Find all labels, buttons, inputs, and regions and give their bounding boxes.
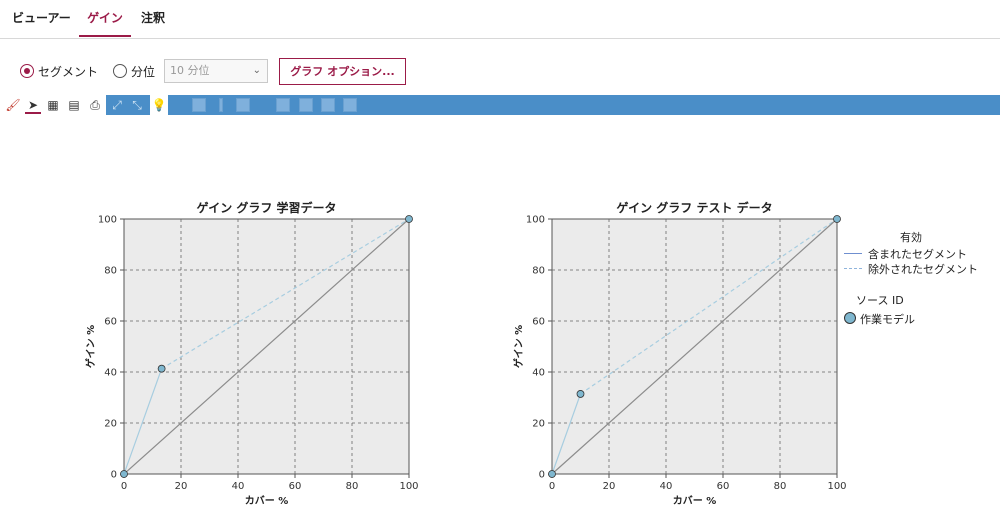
y-tick-label: 0 (539, 470, 545, 481)
x-tick-label: 100 (399, 481, 418, 492)
y-tick-label: 60 (104, 317, 117, 328)
toolbar-disabled-area (168, 95, 1000, 115)
zoom-icon[interactable]: ⤢ (109, 97, 125, 113)
y-tick-label: 80 (532, 266, 545, 277)
tab-annotation[interactable]: 注釈 (141, 0, 165, 36)
y-tick-label: 80 (104, 266, 117, 277)
wand-icon (236, 98, 250, 112)
x-tick-label: 100 (827, 481, 846, 492)
y-tick-label: 40 (532, 368, 545, 379)
data-point (576, 390, 585, 398)
y-tick-label: 40 (104, 368, 117, 379)
segment-radio-label: セグメント (38, 65, 99, 79)
chart-title: ゲイン グラフ テスト データ (616, 200, 772, 215)
x-axis-label: カバー % (673, 495, 717, 507)
y-tick-label: 20 (104, 419, 117, 430)
x-tick-label: 80 (774, 481, 787, 492)
x-tick-label: 20 (603, 481, 616, 492)
legend-excluded-line (844, 268, 862, 269)
x-tick-label: 60 (717, 481, 730, 492)
rotate-icon (343, 98, 357, 112)
data-point (833, 215, 841, 223)
gain-options-row: セグメント 分位 10 分位 ⌄ グラフ オプション... (0, 56, 1000, 88)
legend-source-marker (844, 312, 856, 324)
x-tick-label: 60 (289, 481, 302, 492)
copy-data-icon[interactable]: ▤ (66, 97, 82, 113)
paint-brush-icon[interactable]: 🖌 (5, 97, 21, 113)
gain-chart-test: ゲイン グラフ テスト データ 0 20 40 60 80 100 0 20 40 60 80 100 カ… (508, 195, 848, 507)
data-point (120, 470, 128, 478)
y-tick-label: 100 (526, 215, 545, 226)
tip-bulb-icon[interactable]: 💡 (151, 97, 167, 113)
x-tick-label: 0 (121, 481, 127, 492)
legend-source-label: 作業モデル (860, 313, 915, 326)
chevron-down-icon: ⌄ (252, 65, 261, 76)
chart-svg: ゲイン グラフ テスト データ 0 20 40 60 80 100 0 20 40 60 80 100 カ… (512, 200, 847, 507)
legend-excluded-label: 除外されたセグメント (868, 263, 978, 276)
segment-radio[interactable] (20, 64, 34, 78)
shape-icon (276, 98, 290, 112)
data-point (157, 364, 166, 373)
legend-included-label: 含まれたセグメント (868, 248, 967, 261)
x-tick-label: 20 (175, 481, 188, 492)
grid-icon (321, 98, 335, 112)
copy-chart-icon[interactable]: ▦ (45, 97, 61, 113)
chart-title: ゲイン グラフ 学習データ (196, 200, 336, 215)
data-point (548, 470, 556, 478)
quantile-radio[interactable] (113, 64, 127, 78)
graph-options-button[interactable]: グラフ オプション... (279, 58, 406, 85)
x-axis-label: カバー % (245, 495, 289, 507)
y-axis-label: ゲイン % (512, 325, 525, 368)
chart-svg: ゲイン グラフ 学習データ 0 20 40 60 80 100 0 20 40 60 80 100 カバー… (84, 200, 419, 507)
y-axis-label: ゲイン % (84, 325, 97, 368)
legend-title-source: ソース ID (856, 294, 904, 307)
gain-chart-training: ゲイン グラフ 学習データ 0 20 40 60 80 100 0 20 40 60 80 100 カバー… (80, 195, 420, 507)
quantile-select-value: 10 分位 (170, 64, 210, 77)
print-icon[interactable]: ⎙ (87, 97, 103, 113)
chart-legend: 有効 含まれたセグメント 除外されたセグメント ソース ID 作業モデル (838, 225, 998, 335)
legend-title-valid: 有効 (900, 231, 922, 244)
x-tick-label: 40 (660, 481, 673, 492)
pan-icon[interactable]: ⤡ (129, 97, 145, 113)
y-tick-label: 60 (532, 317, 545, 328)
frame-icon (192, 98, 206, 112)
drag-icon (299, 98, 313, 112)
y-tick-label: 100 (98, 215, 117, 226)
y-tick-label: 20 (532, 419, 545, 430)
x-tick-label: 80 (346, 481, 359, 492)
pointer-icon[interactable]: ➤ (25, 97, 41, 114)
quantile-radio-label: 分位 (131, 65, 156, 79)
quantile-select[interactable]: 10 分位 ⌄ (164, 59, 268, 83)
y-tick-label: 0 (111, 470, 117, 481)
x-tick-label: 40 (232, 481, 245, 492)
tab-bar: ビューアー ゲイン 注釈 (0, 0, 1000, 39)
legend-included-line (844, 253, 862, 254)
data-point (405, 215, 413, 223)
x-tick-label: 0 (549, 481, 555, 492)
tab-gain[interactable]: ゲイン (79, 0, 131, 37)
tab-viewer[interactable]: ビューアー (12, 0, 71, 36)
line-icon (219, 98, 223, 112)
